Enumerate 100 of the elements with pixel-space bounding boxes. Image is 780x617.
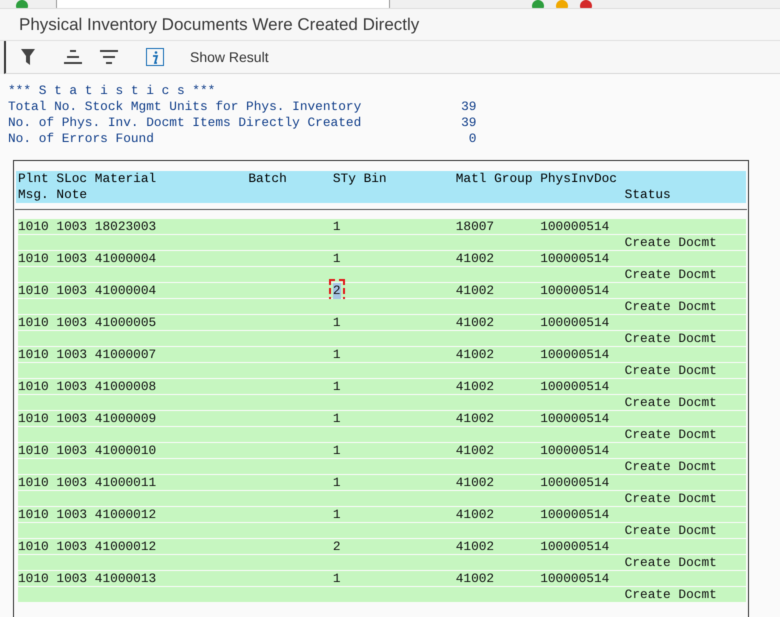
table-cell: 18023003 xyxy=(94,219,156,235)
statistic-label: Total No. Stock Mgmt Units for Phys. Inventory xyxy=(8,99,362,115)
table-cell[interactable]: 1 xyxy=(332,347,341,363)
table-cell: Create Docmt xyxy=(624,491,717,507)
table-cell: 100000514 xyxy=(540,219,610,235)
column-header: PhysInvDoc xyxy=(540,171,617,187)
table-cell: 100000514 xyxy=(540,347,610,363)
column-header: Status xyxy=(624,187,671,203)
table-cell: 1010 xyxy=(18,315,49,331)
table-cell: 1010 xyxy=(18,219,49,235)
table-cell: 41000012 xyxy=(94,507,156,523)
table-cell: 41002 xyxy=(456,347,494,363)
table-cell: 1010 xyxy=(18,347,49,363)
table-cell: 1010 xyxy=(18,571,49,587)
table-cell: 1010 xyxy=(18,379,49,395)
table-cell: 1010 xyxy=(18,507,49,523)
table-cell: 41000011 xyxy=(94,475,156,491)
table-cell: 100000514 xyxy=(540,539,610,555)
show-result-button[interactable]: Show Result xyxy=(190,46,269,68)
table-cell: 41000008 xyxy=(94,379,156,395)
table-cell: 1003 xyxy=(56,475,88,491)
table-cell: 100000514 xyxy=(540,283,610,299)
column-header: Material xyxy=(94,171,156,187)
table-cell: 41000010 xyxy=(94,443,156,459)
table-cell: 1003 xyxy=(56,283,88,299)
column-header: Plnt xyxy=(18,171,49,187)
table-cell: 100000514 xyxy=(540,507,610,523)
table-cell: Create Docmt xyxy=(624,555,717,571)
table-cell[interactable]: 1 xyxy=(332,315,341,331)
table-cell[interactable]: 2 xyxy=(332,539,341,555)
table-cell: 41002 xyxy=(456,411,494,427)
table-cell: 41000012 xyxy=(94,539,156,555)
table-cell[interactable]: 1 xyxy=(332,475,341,491)
table-cell: Create Docmt xyxy=(624,299,717,315)
table-cell: 100000514 xyxy=(540,315,610,331)
column-header: Batch xyxy=(248,171,287,187)
table-cell: 100000514 xyxy=(540,475,610,491)
table-cell: 1010 xyxy=(18,475,49,491)
table-cell: 100000514 xyxy=(540,443,610,459)
table-cell[interactable]: 2 xyxy=(332,283,341,299)
table-cell: 1010 xyxy=(18,443,49,459)
table-cell: 41002 xyxy=(456,283,494,299)
table-cell: 41002 xyxy=(456,539,494,555)
table-cell: 1010 xyxy=(18,283,49,299)
table-cell: Create Docmt xyxy=(624,459,717,475)
column-header: SLoc xyxy=(56,171,88,187)
column-header: STy xyxy=(332,171,356,187)
table-cell: 100000514 xyxy=(540,571,610,587)
table-cell[interactable]: 1 xyxy=(332,507,341,523)
column-header: Note xyxy=(56,187,88,203)
table-cell: Create Docmt xyxy=(624,587,717,603)
table-cell[interactable]: 1 xyxy=(332,379,341,395)
table-cell: Create Docmt xyxy=(624,363,717,379)
column-header: Msg. xyxy=(18,187,49,203)
table-cell: 1010 xyxy=(18,251,49,267)
table-cell: Create Docmt xyxy=(624,523,717,539)
table-cell: 41002 xyxy=(456,571,494,587)
window-title: Physical Inventory Documents Were Created Directly xyxy=(19,14,420,36)
table-cell[interactable]: 1 xyxy=(332,443,341,459)
column-header: Bin xyxy=(364,171,387,187)
table-cell: 1003 xyxy=(56,251,88,267)
table-cell: Create Docmt xyxy=(624,267,717,283)
table-cell: 1010 xyxy=(18,411,49,427)
statistic-value: 0 xyxy=(468,131,476,147)
table-cell: 41002 xyxy=(456,379,494,395)
table-cell: 41000013 xyxy=(94,571,156,587)
table-cell: 100000514 xyxy=(540,379,610,395)
table-cell: 1003 xyxy=(56,219,88,235)
table-cell: Create Docmt xyxy=(624,235,717,251)
table-cell: Create Docmt xyxy=(624,427,717,443)
table-cell: 1010 xyxy=(18,539,49,555)
table-cell: Create Docmt xyxy=(624,331,717,347)
table-cell: 41000004 xyxy=(94,251,156,267)
table-cell: 41002 xyxy=(456,443,494,459)
table-cell: 1003 xyxy=(56,315,88,331)
table-cell: 1003 xyxy=(56,443,88,459)
table-cell: 41000007 xyxy=(94,347,156,363)
table-cell: 41000004 xyxy=(94,283,156,299)
table-cell: 41002 xyxy=(456,315,494,331)
table-cell[interactable]: 1 xyxy=(332,411,341,427)
column-header: Matl Group xyxy=(456,171,533,187)
table-cell: 18007 xyxy=(456,219,494,235)
table-cell[interactable]: 1 xyxy=(332,571,341,587)
table-cell: 100000514 xyxy=(540,251,610,267)
statistic-label: No. of Phys. Inv. Docmt Items Directly Created xyxy=(8,115,362,131)
statistics-heading: *** S t a t i s t i c s *** xyxy=(8,83,216,99)
statistic-value: 39 xyxy=(461,99,476,115)
table-cell: 1003 xyxy=(56,539,88,555)
table-cell: 41000009 xyxy=(94,411,156,427)
table-cell: 41002 xyxy=(456,475,494,491)
table-cell: 1003 xyxy=(56,347,88,363)
table-cell: 41002 xyxy=(456,507,494,523)
table-cell: 1003 xyxy=(56,411,88,427)
table-cell[interactable]: 1 xyxy=(332,251,341,267)
table-cell[interactable]: 1 xyxy=(332,219,341,235)
table-cell: 1003 xyxy=(56,379,88,395)
statistic-value: 39 xyxy=(461,115,476,131)
table-cell: Create Docmt xyxy=(624,395,717,411)
table-cell: 41002 xyxy=(456,251,494,267)
table-cell: 1003 xyxy=(56,571,88,587)
